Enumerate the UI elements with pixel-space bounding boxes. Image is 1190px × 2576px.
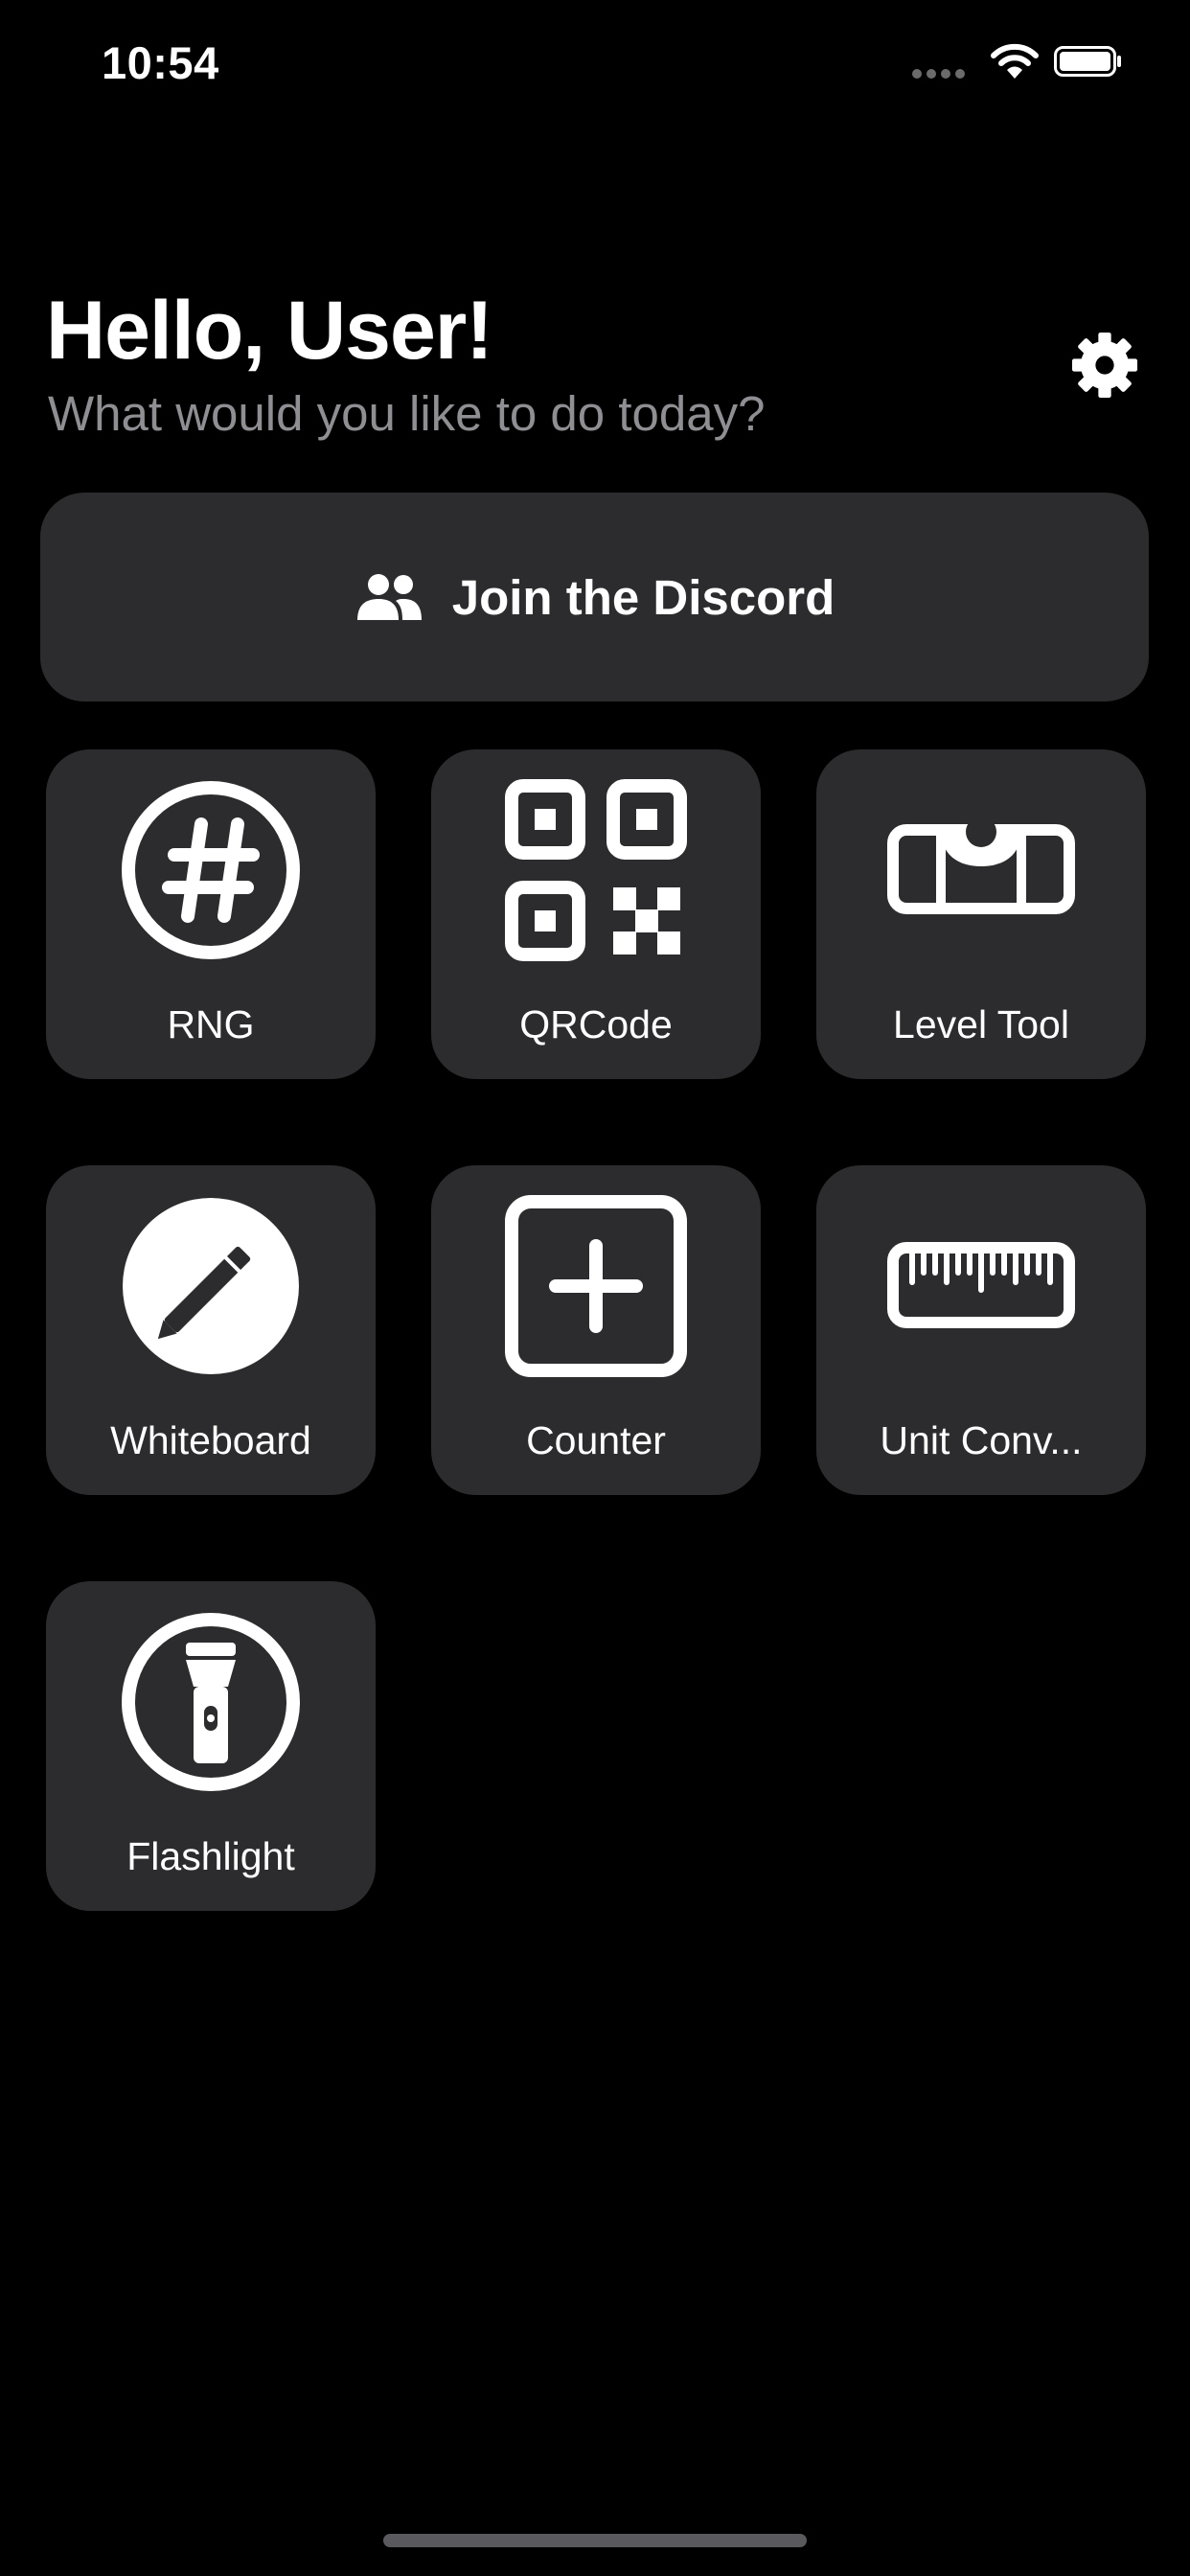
tile-level-tool[interactable]: Level Tool bbox=[816, 749, 1146, 1079]
tile-rng[interactable]: RNG bbox=[46, 749, 376, 1079]
tile-label: Counter bbox=[526, 1418, 666, 1462]
tile-label: Whiteboard bbox=[110, 1418, 311, 1462]
level-icon bbox=[887, 816, 1075, 914]
number-circle-icon bbox=[122, 781, 300, 959]
tile-unit-converter[interactable]: Unit Conv... bbox=[816, 1165, 1146, 1495]
join-discord-label: Join the Discord bbox=[451, 569, 835, 625]
signal-icon bbox=[912, 69, 966, 79]
status-time: 10:54 bbox=[102, 37, 219, 88]
tile-whiteboard[interactable]: Whiteboard bbox=[46, 1165, 376, 1495]
battery-icon bbox=[1054, 46, 1121, 77]
tile-counter[interactable]: Counter bbox=[431, 1165, 761, 1495]
tile-label: Unit Conv... bbox=[880, 1418, 1083, 1462]
tile-flashlight[interactable]: Flashlight bbox=[46, 1581, 376, 1911]
home-indicator[interactable] bbox=[383, 2534, 807, 2547]
plus-square-icon bbox=[505, 1195, 687, 1377]
flashlight-icon bbox=[122, 1613, 300, 1791]
tile-qrcode[interactable]: QRCode bbox=[431, 749, 761, 1079]
greeting-title: Hello, User! bbox=[46, 285, 493, 377]
pencil-circle-icon bbox=[123, 1198, 299, 1374]
wifi-icon bbox=[991, 43, 1039, 79]
status-icons bbox=[912, 42, 1133, 84]
people-icon bbox=[356, 574, 422, 620]
join-discord-button[interactable]: Join the Discord bbox=[40, 493, 1149, 702]
qrcode-icon bbox=[505, 779, 687, 961]
tile-label: Flashlight bbox=[126, 1834, 295, 1878]
gear-icon[interactable] bbox=[1069, 330, 1140, 401]
ruler-icon bbox=[887, 1242, 1075, 1328]
tile-label: QRCode bbox=[519, 1002, 673, 1046]
greeting-subtitle: What would you like to do today? bbox=[48, 386, 766, 441]
tile-label: RNG bbox=[167, 1002, 255, 1046]
tile-label: Level Tool bbox=[893, 1002, 1069, 1046]
